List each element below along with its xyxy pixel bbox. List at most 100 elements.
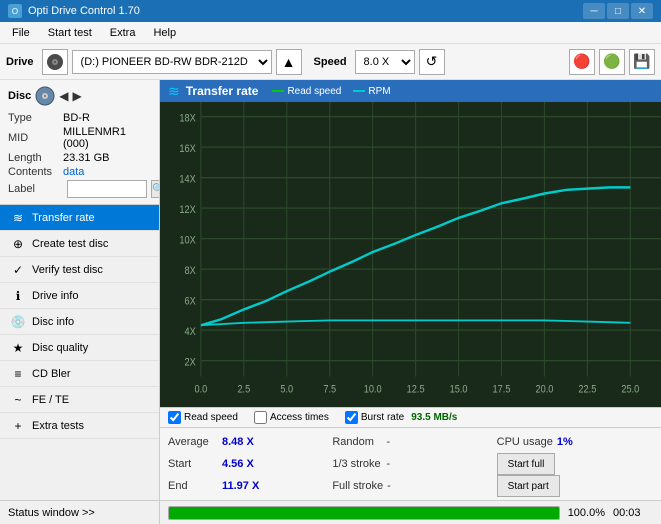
legend-rpm: RPM <box>353 86 390 97</box>
burst-rate-checkbox[interactable] <box>345 411 358 424</box>
main-layout: Disc ◀ ▶ Type BD-R MID MILLENMR1 (000) L… <box>0 80 661 500</box>
stat-start-row: Start 4.56 X <box>168 454 324 474</box>
menu-extra[interactable]: Extra <box>102 23 144 43</box>
legend-rpm-color <box>353 90 365 92</box>
svg-text:12X: 12X <box>179 204 196 216</box>
nav-item-verify-test-disc[interactable]: ✓ Verify test disc <box>0 257 159 283</box>
read-speed-checkbox[interactable] <box>168 411 181 424</box>
label-set-button[interactable]: 🔍 <box>151 180 160 198</box>
menu-start-test[interactable]: Start test <box>40 23 100 43</box>
nav-item-fe-te[interactable]: ~ FE / TE <box>0 387 159 413</box>
stat-random-label: Random <box>332 436 382 448</box>
svg-text:7.5: 7.5 <box>323 384 336 396</box>
svg-text:14X: 14X <box>179 174 196 186</box>
disc-label-row: Label 🔍 <box>8 180 151 198</box>
refresh-button[interactable]: ↺ <box>419 49 445 75</box>
nav-item-create-test-disc-label: Create test disc <box>32 238 108 250</box>
nav-item-drive-info-label: Drive info <box>32 290 78 302</box>
read-speed-checkbox-label[interactable]: Read speed <box>168 411 238 424</box>
access-times-checkbox-text: Access times <box>270 412 329 423</box>
close-button[interactable]: ✕ <box>631 3 653 19</box>
nav-item-disc-quality[interactable]: ★ Disc quality <box>0 335 159 361</box>
nav-item-disc-quality-label: Disc quality <box>32 342 88 354</box>
disc-type-row: Type BD-R <box>8 112 151 124</box>
progress-bar-inner <box>169 507 559 519</box>
chart-wave-icon: ≋ <box>168 83 180 100</box>
stat-average-label: Average <box>168 436 218 448</box>
status-bar: Status window >> 100.0% 00:03 <box>0 500 661 524</box>
nav-item-drive-info[interactable]: ℹ Drive info <box>0 283 159 309</box>
nav-item-extra-tests[interactable]: + Extra tests <box>0 413 159 439</box>
nav-item-disc-info[interactable]: 💿 Disc info <box>0 309 159 335</box>
progress-container: 100.0% 00:03 <box>160 501 661 524</box>
nav-item-extra-tests-label: Extra tests <box>32 420 84 432</box>
burst-rate-checkbox-label[interactable]: Burst rate 93.5 MB/s <box>345 411 458 424</box>
stats-area: Average 8.48 X Random - CPU usage 1% Sta… <box>160 427 661 500</box>
progress-bar-outer <box>168 506 560 520</box>
stat-full-stroke-value: - <box>387 480 391 492</box>
disc-type-label: Type <box>8 112 63 124</box>
stat-random-value: - <box>386 436 390 448</box>
stat-full-stroke-row: Full stroke - <box>332 476 488 496</box>
toolbar-action1[interactable]: 🔴 <box>569 49 595 75</box>
menu-bar: File Start test Extra Help <box>0 22 661 44</box>
nav-item-transfer-rate[interactable]: ≋ Transfer rate <box>0 205 159 231</box>
app-icon: O <box>8 4 22 18</box>
chart-svg: 18X 16X 14X 12X 10X 8X 6X 4X 2X 0.0 2.5 … <box>160 102 661 407</box>
nav-item-verify-test-disc-label: Verify test disc <box>32 264 103 276</box>
save-button[interactable]: 💾 <box>629 49 655 75</box>
time-text: 00:03 <box>613 507 653 519</box>
stat-random-row: Random - <box>332 432 488 452</box>
drive-label: Drive <box>6 56 34 68</box>
read-speed-checkbox-text: Read speed <box>184 412 238 423</box>
nav-menu: ≋ Transfer rate ⊕ Create test disc ✓ Ver… <box>0 205 159 500</box>
svg-text:6X: 6X <box>185 296 196 308</box>
burst-rate-checkbox-text: Burst rate <box>361 412 404 423</box>
nav-item-fe-te-label: FE / TE <box>32 394 69 406</box>
start-part-button[interactable]: Start part <box>497 475 560 497</box>
menu-file[interactable]: File <box>4 23 38 43</box>
svg-text:4X: 4X <box>185 326 196 338</box>
left-panel: Disc ◀ ▶ Type BD-R MID MILLENMR1 (000) L… <box>0 80 160 500</box>
minimize-button[interactable]: ─ <box>583 3 605 19</box>
maximize-button[interactable]: □ <box>607 3 629 19</box>
disc-header: Disc ◀ ▶ <box>8 86 151 106</box>
menu-help[interactable]: Help <box>145 23 184 43</box>
verify-test-disc-icon: ✓ <box>10 262 26 278</box>
svg-text:22.5: 22.5 <box>578 384 596 396</box>
extra-tests-icon: + <box>10 418 26 434</box>
svg-text:5.0: 5.0 <box>280 384 293 396</box>
disc-contents-value: data <box>63 166 151 178</box>
disc-contents-row: Contents data <box>8 166 151 178</box>
svg-text:16X: 16X <box>179 143 196 155</box>
disc-mid-row: MID MILLENMR1 (000) <box>8 126 151 150</box>
disc-length-row: Length 23.31 GB <box>8 152 151 164</box>
speed-select[interactable]: 8.0 X 4.0 X 16.0 X <box>355 50 415 74</box>
stat-cpu-label: CPU usage <box>497 436 553 448</box>
disc-expand-arrow[interactable]: ▶ <box>72 89 81 103</box>
access-times-checkbox-label[interactable]: Access times <box>254 411 329 424</box>
status-window-button[interactable]: Status window >> <box>0 501 160 524</box>
chart-legend: Read speed RPM <box>272 86 390 97</box>
disc-collapse-arrow[interactable]: ◀ <box>59 89 68 103</box>
drive-select[interactable]: (D:) PIONEER BD-RW BDR-212D 1.00 <box>72 50 272 74</box>
disc-quality-icon: ★ <box>10 340 26 356</box>
disc-length-value: 23.31 GB <box>63 152 151 164</box>
toolbar-action2[interactable]: 🟢 <box>599 49 625 75</box>
svg-text:12.5: 12.5 <box>407 384 425 396</box>
stat-full-stroke-label: Full stroke <box>332 480 383 492</box>
legend-read-speed-label: Read speed <box>287 86 341 97</box>
chart-footer: Read speed Access times Burst rate 93.5 … <box>160 407 661 427</box>
nav-item-create-test-disc[interactable]: ⊕ Create test disc <box>0 231 159 257</box>
start-full-button[interactable]: Start full <box>497 453 556 475</box>
nav-item-cd-bler[interactable]: ≡ CD Bler <box>0 361 159 387</box>
stat-average-value: 8.48 X <box>222 436 262 448</box>
legend-read-speed: Read speed <box>272 86 341 97</box>
disc-label-input[interactable] <box>67 180 147 198</box>
svg-text:20.0: 20.0 <box>535 384 553 396</box>
nav-item-disc-info-label: Disc info <box>32 316 74 328</box>
drive-icon-button[interactable] <box>42 49 68 75</box>
stat-start-label: Start <box>168 458 218 470</box>
eject-button[interactable]: ▲ <box>276 49 302 75</box>
access-times-checkbox[interactable] <box>254 411 267 424</box>
